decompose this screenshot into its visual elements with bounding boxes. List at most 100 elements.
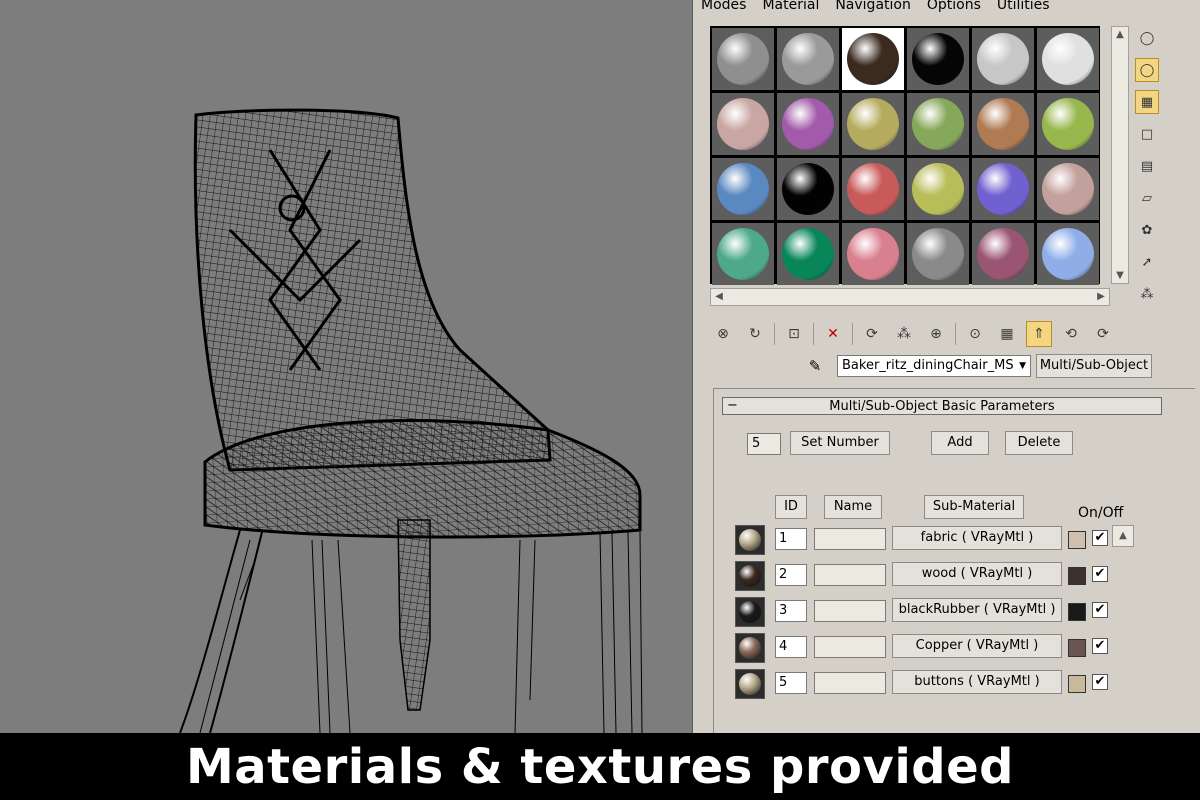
toolbar-divider xyxy=(774,323,775,345)
submaterial-button[interactable]: wood ( VRayMtl ) xyxy=(892,562,1062,586)
submaterial-button[interactable]: fabric ( VRayMtl ) xyxy=(892,526,1062,550)
assign-to-selection-icon[interactable]: ⊡ xyxy=(781,321,807,347)
material-slot[interactable] xyxy=(777,93,839,155)
menu-options[interactable]: Options xyxy=(919,0,989,16)
material-slot[interactable] xyxy=(712,28,774,90)
uv-tiling-icon[interactable]: □ xyxy=(1135,122,1159,146)
add-button[interactable]: Add xyxy=(931,431,989,455)
scroll-down-icon[interactable]: ▼ xyxy=(1112,270,1128,281)
submaterial-id-field[interactable]: 2 xyxy=(775,564,807,586)
material-slot[interactable] xyxy=(842,158,904,220)
material-slot[interactable] xyxy=(907,223,969,285)
chevron-down-icon[interactable]: ▼ xyxy=(1019,356,1026,376)
submaterial-button[interactable]: buttons ( VRayMtl ) xyxy=(892,670,1062,694)
submaterial-name-field[interactable] xyxy=(814,528,886,550)
enable-checkbox[interactable]: ✔ xyxy=(1092,674,1108,690)
put-to-scene-icon[interactable]: ↻ xyxy=(742,321,768,347)
material-slot[interactable] xyxy=(1037,223,1099,285)
color-swatch[interactable] xyxy=(1068,675,1086,693)
sample-sphere-icon xyxy=(912,228,964,280)
make-copy-icon[interactable]: ⟳ xyxy=(859,321,885,347)
material-slot[interactable] xyxy=(972,223,1034,285)
submaterial-name-field[interactable] xyxy=(814,600,886,622)
enable-checkbox[interactable]: ✔ xyxy=(1092,602,1108,618)
material-slot[interactable] xyxy=(972,93,1034,155)
menu-material[interactable]: Material xyxy=(754,0,827,16)
color-swatch[interactable] xyxy=(1068,603,1086,621)
set-number-button[interactable]: Set Number xyxy=(790,431,890,455)
viewport-wireframe[interactable] xyxy=(0,0,692,733)
material-slot[interactable] xyxy=(712,158,774,220)
enable-checkbox[interactable]: ✔ xyxy=(1092,530,1108,546)
menu-utilities[interactable]: Utilities xyxy=(989,0,1058,16)
sample-sphere-icon xyxy=(739,565,761,587)
id-sort-button[interactable]: ID xyxy=(775,495,807,519)
submaterial-button[interactable]: blackRubber ( VRayMtl ) xyxy=(892,598,1062,622)
material-slot[interactable] xyxy=(777,158,839,220)
count-field[interactable]: 5 xyxy=(747,433,781,455)
material-slot[interactable] xyxy=(777,223,839,285)
material-slot[interactable] xyxy=(972,28,1034,90)
name-sort-button[interactable]: Name xyxy=(824,495,882,519)
material-slot[interactable] xyxy=(712,223,774,285)
material-type-button[interactable]: Multi/Sub-Object xyxy=(1036,354,1152,378)
material-slot[interactable] xyxy=(842,28,904,90)
material-slot[interactable] xyxy=(907,158,969,220)
submaterial-name-field[interactable] xyxy=(814,564,886,586)
select-by-material-icon[interactable]: ➚ xyxy=(1135,250,1159,274)
submaterial-name-field[interactable] xyxy=(814,672,886,694)
color-swatch[interactable] xyxy=(1068,531,1086,549)
slot-hscrollbar[interactable]: ◀ ▶ xyxy=(710,288,1110,306)
backlight-icon[interactable]: ◯ xyxy=(1135,58,1159,82)
menu-modes[interactable]: Modes xyxy=(693,0,754,16)
menu-navigation[interactable]: Navigation xyxy=(827,0,919,16)
show-map-icon[interactable]: ▦ xyxy=(994,321,1020,347)
material-slot[interactable] xyxy=(777,28,839,90)
go-to-parent-icon[interactable]: ⟲ xyxy=(1058,321,1084,347)
get-material-icon[interactable]: ⊗ xyxy=(710,321,736,347)
video-color-check-icon[interactable]: ▤ xyxy=(1135,154,1159,178)
make-preview-icon[interactable]: ▱ xyxy=(1135,186,1159,210)
list-scroll-up-icon[interactable]: ▲ xyxy=(1112,525,1134,547)
submaterial-id-field[interactable]: 5 xyxy=(775,672,807,694)
material-slot[interactable] xyxy=(972,158,1034,220)
options-icon[interactable]: ✿ xyxy=(1135,218,1159,242)
submaterial-name-field[interactable] xyxy=(814,636,886,658)
material-slot[interactable] xyxy=(842,223,904,285)
color-swatch[interactable] xyxy=(1068,639,1086,657)
material-slot[interactable] xyxy=(1037,93,1099,155)
background-icon[interactable]: ▦ xyxy=(1135,90,1159,114)
show-end-result-icon[interactable]: ⇑ xyxy=(1026,321,1052,347)
enable-checkbox[interactable]: ✔ xyxy=(1092,638,1108,654)
material-slot[interactable] xyxy=(1037,28,1099,90)
material-slot[interactable] xyxy=(1037,158,1099,220)
collapse-icon[interactable]: − xyxy=(727,397,738,415)
material-slot[interactable] xyxy=(907,93,969,155)
sample-type-icon[interactable]: ◯ xyxy=(1135,26,1159,50)
material-navigator-icon[interactable]: ⁂ xyxy=(1135,282,1159,306)
material-id-channel-icon[interactable]: ⊙ xyxy=(962,321,988,347)
make-unique-icon[interactable]: ⁂ xyxy=(891,321,917,347)
scroll-right-icon[interactable]: ▶ xyxy=(1093,291,1109,302)
slot-scrollbar[interactable]: ▲ ▼ xyxy=(1111,26,1129,284)
color-swatch[interactable] xyxy=(1068,567,1086,585)
submaterial-id-field[interactable]: 1 xyxy=(775,528,807,550)
material-slot[interactable] xyxy=(842,93,904,155)
submaterial-button[interactable]: Copper ( VRayMtl ) xyxy=(892,634,1062,658)
submaterial-id-field[interactable]: 3 xyxy=(775,600,807,622)
reset-map-icon[interactable]: ✕ xyxy=(820,321,846,347)
material-slot[interactable] xyxy=(712,93,774,155)
scroll-up-icon[interactable]: ▲ xyxy=(1112,29,1128,40)
enable-checkbox[interactable]: ✔ xyxy=(1092,566,1108,582)
delete-button[interactable]: Delete xyxy=(1005,431,1073,455)
put-to-library-icon[interactable]: ⊕ xyxy=(923,321,949,347)
go-forward-sibling-icon[interactable]: ⟳ xyxy=(1090,321,1116,347)
eyedropper-icon[interactable]: ✎ xyxy=(803,354,827,378)
scroll-left-icon[interactable]: ◀ xyxy=(711,291,727,302)
rollout-header[interactable]: − Multi/Sub-Object Basic Parameters xyxy=(722,397,1162,415)
material-slot[interactable] xyxy=(907,28,969,90)
submaterial-thumbnail xyxy=(735,561,765,591)
submaterial-sort-button[interactable]: Sub-Material xyxy=(924,495,1024,519)
submaterial-id-field[interactable]: 4 xyxy=(775,636,807,658)
material-name-field[interactable]: Baker_ritz_diningChair_MS ▼ xyxy=(837,355,1031,377)
